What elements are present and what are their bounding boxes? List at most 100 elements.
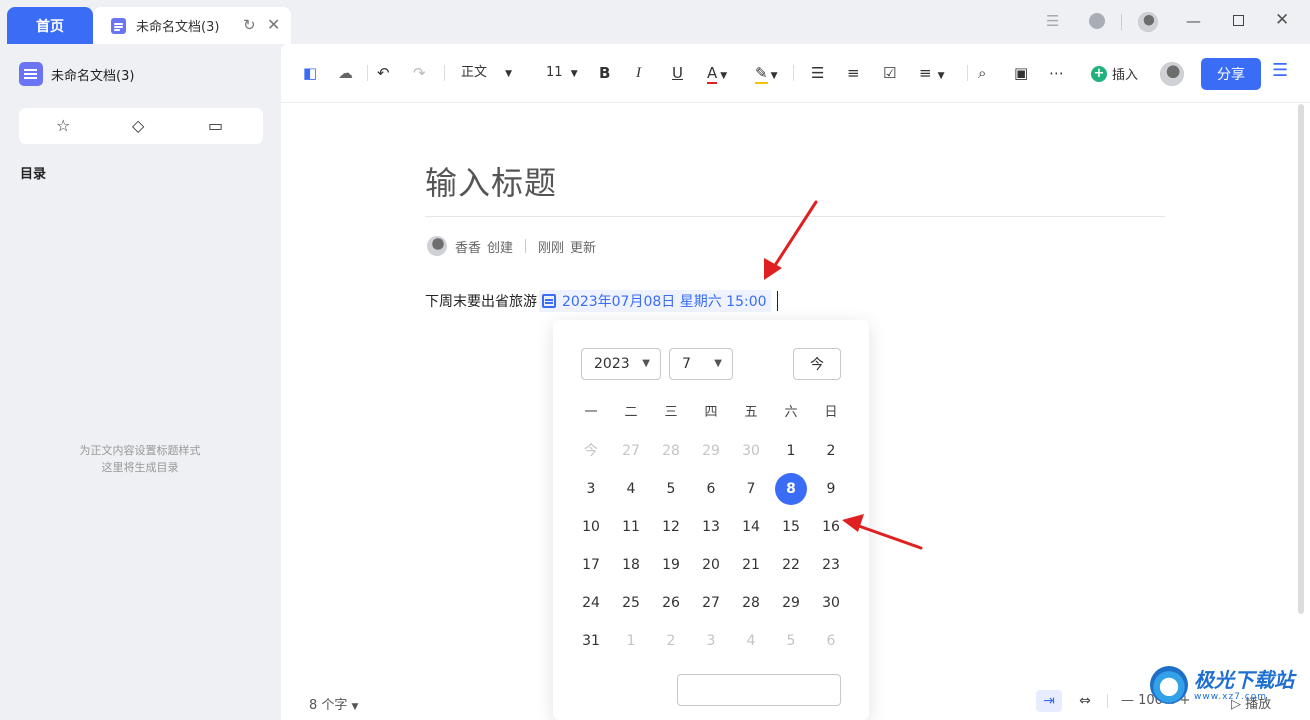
calendar-day[interactable]: 7	[731, 470, 771, 508]
collaborator-avatar[interactable]	[1160, 62, 1184, 86]
calendar-day[interactable]: 16	[811, 508, 851, 546]
calendar-day-selected[interactable]: 8	[771, 470, 811, 508]
calendar-day[interactable]: 6	[691, 470, 731, 508]
calendar-day[interactable]: 5	[651, 470, 691, 508]
folder-icon[interactable]: ▭	[208, 116, 223, 135]
calendar-day[interactable]: 21	[731, 546, 771, 584]
document-title[interactable]: 输入标题	[425, 158, 557, 204]
highlight-button[interactable]: ✎ ▼	[755, 64, 778, 85]
date-chip[interactable]: 2023年07月08日 星期六 15:00	[539, 290, 771, 312]
updated-time: 刚刚	[538, 240, 565, 256]
calendar-day[interactable]: 27	[611, 432, 651, 470]
chat-bubble-icon[interactable]	[1089, 13, 1105, 29]
calendar-day[interactable]: 26	[651, 584, 691, 622]
search-icon[interactable]: ⌕	[978, 64, 986, 82]
calendar-day[interactable]: 30	[811, 584, 851, 622]
watermark-main: 极光下载站	[1194, 668, 1294, 692]
calendar-day[interactable]: 19	[651, 546, 691, 584]
calendar-day[interactable]: 3	[571, 470, 611, 508]
updated-label: 更新	[570, 240, 597, 256]
insert-button[interactable]: + 插入	[1091, 64, 1138, 83]
calendar-day[interactable]: 13	[691, 508, 731, 546]
calendar-day-label: 27	[702, 595, 720, 611]
calendar-day-label: 31	[582, 633, 600, 649]
align-icon[interactable]: ≡ ▼	[919, 64, 945, 85]
bold-button[interactable]: B	[599, 64, 610, 82]
tab-home[interactable]: 首页	[7, 7, 93, 44]
star-icon[interactable]: ☆	[56, 116, 70, 135]
calendar-day[interactable]: 6	[811, 622, 851, 660]
calendar-day[interactable]: 29	[691, 432, 731, 470]
calendar-day[interactable]: 23	[811, 546, 851, 584]
calendar-day[interactable]: 3	[691, 622, 731, 660]
calendar-day[interactable]: 27	[691, 584, 731, 622]
calendar-day[interactable]: 22	[771, 546, 811, 584]
sidebar-doc-title[interactable]: 未命名文档(3)	[19, 62, 134, 86]
sidebar-doc-title-text: 未命名文档(3)	[51, 68, 135, 84]
calendar-day[interactable]: 5	[771, 622, 811, 660]
calendar-day[interactable]: 1	[771, 432, 811, 470]
underline-button[interactable]: U	[672, 64, 683, 82]
italic-button[interactable]: I	[636, 64, 641, 82]
window-close-icon[interactable]: ✕	[1275, 10, 1289, 30]
sidebar-toggle-icon[interactable]: ◧	[303, 64, 317, 82]
calendar-day[interactable]: 17	[571, 546, 611, 584]
calendar-day[interactable]: 今	[571, 432, 611, 470]
more-icon[interactable]: ⋯	[1049, 64, 1064, 82]
user-avatar[interactable]	[1138, 12, 1158, 32]
calendar-day[interactable]: 24	[571, 584, 611, 622]
close-tab-icon[interactable]: ✕	[267, 15, 280, 34]
month-select[interactable]: 7 ▼	[669, 348, 733, 380]
comment-icon[interactable]: ▣	[1014, 64, 1028, 82]
menu-icon[interactable]: ☰	[1272, 62, 1288, 80]
calendar-day-label: 8	[775, 473, 807, 505]
calendar-day[interactable]: 29	[771, 584, 811, 622]
minimize-icon[interactable]: —	[1186, 12, 1201, 30]
reload-icon[interactable]: ↻	[243, 16, 256, 34]
calendar-day[interactable]: 30	[731, 432, 771, 470]
calendar-day[interactable]: 28	[651, 432, 691, 470]
calendar-day[interactable]: 15	[771, 508, 811, 546]
redo-icon[interactable]: ↷	[413, 64, 426, 82]
tag-icon[interactable]: ◇	[132, 116, 144, 135]
checkbox-list-icon[interactable]: ☑	[883, 64, 896, 82]
font-size-select[interactable]: 11 ▼	[546, 64, 578, 83]
year-select[interactable]: 2023 ▼	[581, 348, 661, 380]
menu-lines-icon[interactable]: ☰	[1046, 12, 1059, 30]
calendar-day[interactable]: 4	[611, 470, 651, 508]
fit-width-icon[interactable]: ⇥	[1036, 690, 1062, 712]
today-button[interactable]: 今	[793, 348, 841, 380]
calendar-day[interactable]: 2	[651, 622, 691, 660]
calendar-day[interactable]: 14	[731, 508, 771, 546]
calendar-day[interactable]: 9	[811, 470, 851, 508]
calendar-day[interactable]: 18	[611, 546, 651, 584]
paragraph-style-select[interactable]: 正文 ▼	[461, 64, 512, 83]
calendar-day[interactable]: 2	[811, 432, 851, 470]
font-color-button[interactable]: A ▼	[707, 64, 727, 85]
calendar-day[interactable]: 11	[611, 508, 651, 546]
word-count[interactable]: 8 个字 ▼	[309, 694, 358, 713]
bullet-list-icon[interactable]: ☰	[811, 64, 824, 82]
calendar-day[interactable]: 28	[731, 584, 771, 622]
calendar-day-label: 3	[706, 633, 716, 649]
body-paragraph[interactable]: 下周末要出省旅游 2023年07月08日 星期六 15:00	[425, 290, 778, 312]
calendar-day[interactable]: 25	[611, 584, 651, 622]
tab-document[interactable]: 未命名文档(3) ↻ ✕	[93, 7, 291, 44]
undo-icon[interactable]: ↶	[377, 64, 390, 82]
calendar-day[interactable]: 31	[571, 622, 611, 660]
calendar-day-label: 15	[782, 519, 800, 535]
share-button[interactable]: 分享	[1201, 58, 1261, 90]
numbered-list-icon[interactable]: ≡	[847, 64, 860, 82]
weekday-label: 六	[784, 405, 798, 420]
calendar-day-label: 24	[582, 595, 600, 611]
cloud-save-icon[interactable]: ☁	[338, 64, 353, 82]
maximize-icon[interactable]	[1233, 15, 1244, 26]
calendar-day[interactable]: 12	[651, 508, 691, 546]
zoom-out-icon[interactable]: —	[1121, 693, 1134, 708]
calendar-day[interactable]: 1	[611, 622, 651, 660]
full-width-icon[interactable]: ⇔	[1072, 690, 1098, 712]
calendar-day[interactable]: 4	[731, 622, 771, 660]
calendar-day[interactable]: 20	[691, 546, 731, 584]
scrollbar[interactable]	[1298, 104, 1304, 614]
calendar-day[interactable]: 10	[571, 508, 611, 546]
